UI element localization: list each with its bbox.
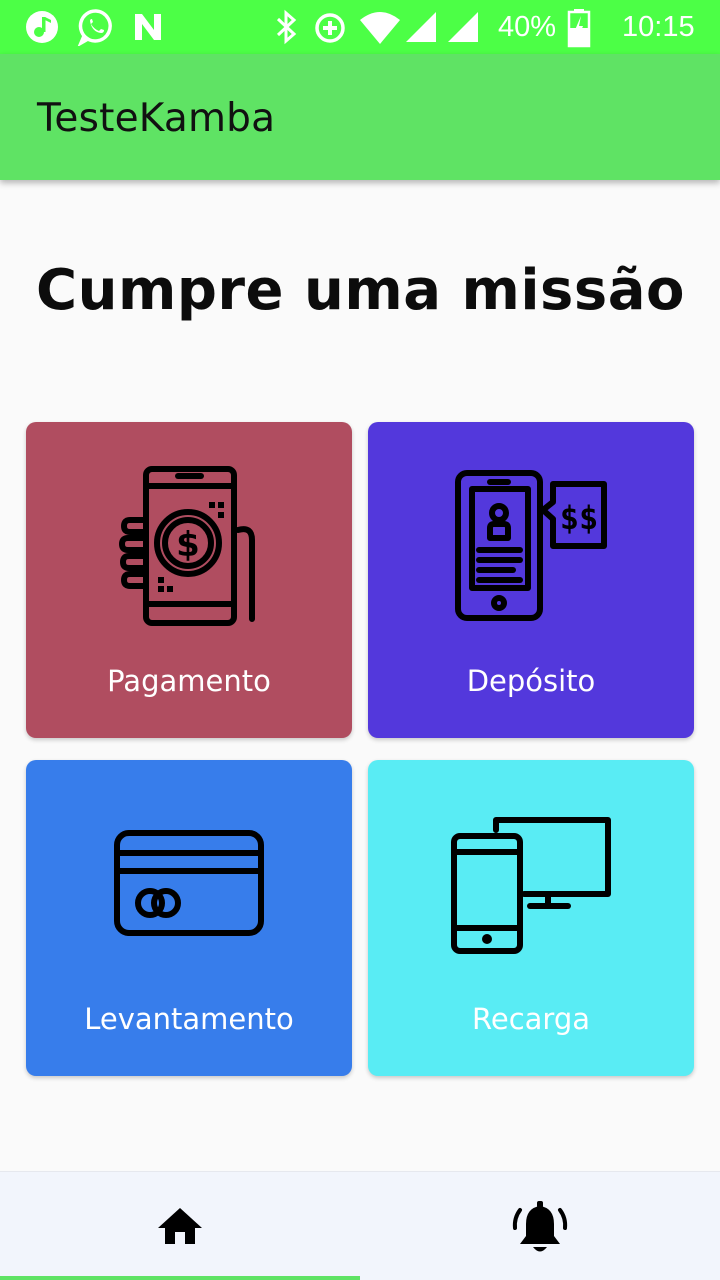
payment-card[interactable]: $ Pagamento [26, 422, 352, 738]
phone-deposit-icon: $$ [455, 470, 607, 621]
wifi-icon [360, 12, 400, 44]
data-saver-icon [315, 13, 345, 43]
nav-selected-indicator [0, 1276, 360, 1280]
battery-percent: 40% [498, 11, 557, 43]
recharge-card[interactable]: Recarga [368, 760, 694, 1076]
devices-icon [451, 817, 611, 954]
signal-icon [406, 12, 436, 42]
app-bar: TesteKamba [0, 54, 720, 180]
withdrawal-card[interactable]: Levantamento [26, 760, 352, 1076]
recharge-card-label: Recarga [472, 1002, 590, 1036]
deposit-card-label: Depósito [466, 664, 596, 698]
nav-notifications[interactable] [360, 1172, 720, 1280]
app-title: TesteKamba [37, 96, 276, 141]
whatsapp-icon [77, 9, 112, 46]
signal-icon [448, 12, 478, 42]
svg-text:$: $ [176, 525, 200, 565]
credit-card-icon [114, 830, 264, 936]
withdrawal-card-label: Levantamento [84, 1002, 294, 1036]
deposit-card[interactable]: $$ Depósito [368, 422, 694, 738]
bluetooth-icon [276, 9, 297, 45]
clock: 10:15 [622, 11, 695, 43]
page-title: Cumpre uma missão [36, 258, 685, 323]
nav-home[interactable] [0, 1172, 360, 1280]
n-app-icon [135, 14, 161, 40]
payment-card-label: Pagamento [107, 664, 271, 698]
home-icon [158, 1208, 202, 1244]
svg-text:$$: $$ [560, 499, 599, 537]
bottom-navigation [0, 1171, 720, 1280]
status-bar: 40% 10:15 [0, 0, 720, 54]
music-note-icon [26, 11, 58, 43]
battery-charging-icon [567, 9, 591, 48]
bell-icon [512, 1201, 568, 1252]
phone-payment-icon: $ [119, 466, 255, 626]
